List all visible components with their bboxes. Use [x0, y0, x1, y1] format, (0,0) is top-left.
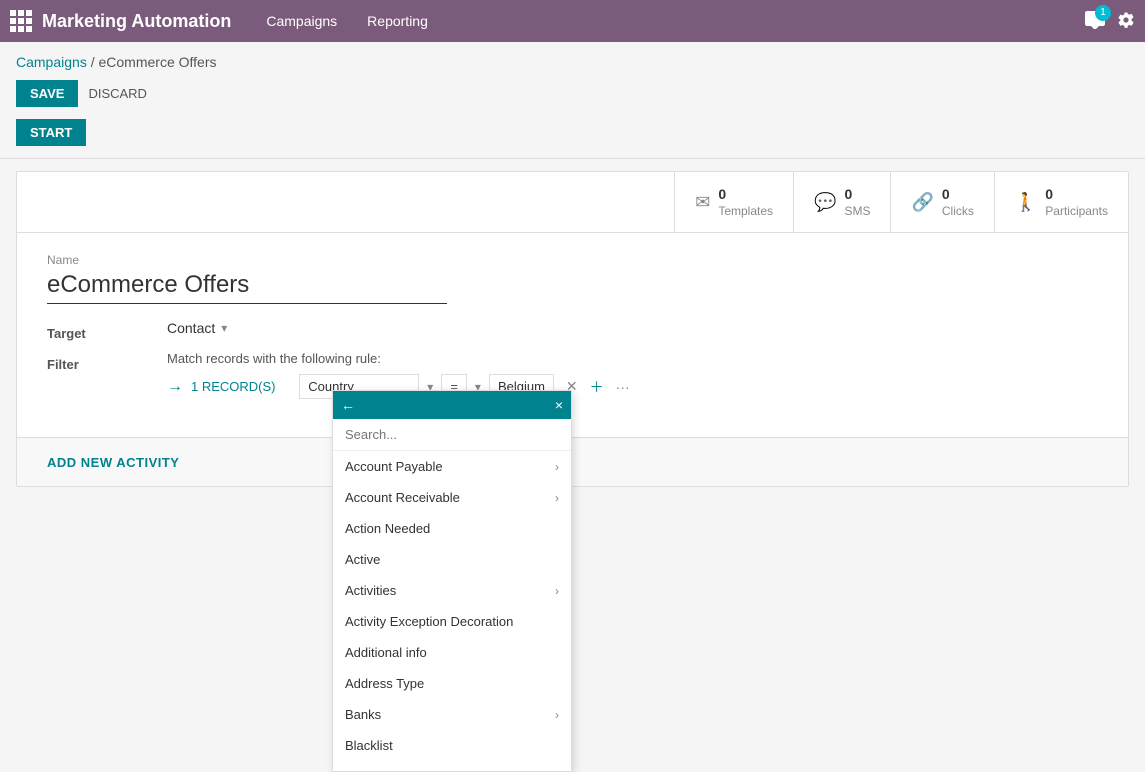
- dropdown-list: Account Payable›Account Receivable›Actio…: [333, 451, 571, 771]
- chat-icon[interactable]: 1: [1085, 11, 1105, 32]
- dropdown-header: ← ×: [333, 391, 571, 419]
- sms-icon: 💬: [814, 192, 836, 213]
- action-bar: SAVE DISCARD: [0, 76, 1145, 115]
- target-content: Contact ▾: [167, 320, 1098, 336]
- chat-badge: 1: [1095, 5, 1111, 21]
- participants-count: 0: [1045, 186, 1108, 202]
- dropdown-item[interactable]: Account Payable›: [333, 451, 571, 482]
- sms-label: SMS: [844, 204, 870, 218]
- dropdown-item[interactable]: Action Needed: [333, 513, 571, 544]
- filter-row: Filter Match records with the following …: [47, 351, 1098, 407]
- participants-icon: 🚶: [1015, 192, 1037, 213]
- stat-sms[interactable]: 💬 0 SMS: [793, 172, 890, 232]
- dropdown-item[interactable]: Address Type: [333, 668, 571, 699]
- dropdown-back-button[interactable]: ←: [341, 397, 355, 413]
- dropdown-item[interactable]: Additional info: [333, 637, 571, 668]
- clicks-icon: 🔗: [911, 192, 933, 213]
- target-select: Contact ▾: [167, 320, 1098, 336]
- templates-count: 0: [718, 186, 773, 202]
- navbar-menu: Campaigns Reporting: [261, 13, 433, 29]
- breadcrumb-current: eCommerce Offers: [99, 54, 217, 70]
- discard-button[interactable]: DISCARD: [88, 86, 147, 101]
- navbar-right: 1: [1085, 11, 1135, 32]
- target-dropdown-icon[interactable]: ▾: [221, 321, 227, 335]
- breadcrumb-separator: /: [91, 54, 95, 70]
- stat-clicks[interactable]: 🔗 0 Clicks: [890, 172, 993, 232]
- templates-label: Templates: [718, 204, 773, 218]
- start-bar: START: [0, 115, 1145, 154]
- breadcrumb-parent[interactable]: Campaigns: [16, 54, 87, 70]
- form-area: Name eCommerce Offers Target Contact ▾ F…: [17, 233, 1128, 437]
- navbar: Marketing Automation Campaigns Reporting…: [0, 0, 1145, 42]
- dropdown-item[interactable]: Activity Exception Decoration: [333, 606, 571, 637]
- dropdown-item[interactable]: Activities›: [333, 575, 571, 606]
- stats-bar: ✉ 0 Templates 💬 0 SMS 🔗 0 Clicks: [17, 172, 1128, 233]
- dropdown-search-input[interactable]: [333, 419, 571, 451]
- chevron-right-icon: ›: [555, 708, 559, 722]
- chevron-right-icon: ›: [555, 460, 559, 474]
- chevron-right-icon: ›: [555, 584, 559, 598]
- stat-templates[interactable]: ✉ 0 Templates: [674, 172, 793, 232]
- nav-reporting[interactable]: Reporting: [362, 13, 433, 29]
- stat-participants[interactable]: 🚶 0 Participants: [994, 172, 1128, 232]
- dropdown-close-button[interactable]: ×: [555, 397, 563, 413]
- target-value[interactable]: Contact: [167, 320, 215, 336]
- chevron-right-icon: ›: [555, 491, 559, 505]
- breadcrumb: Campaigns / eCommerce Offers: [0, 42, 1145, 76]
- settings-icon[interactable]: [1117, 11, 1135, 32]
- campaign-name[interactable]: eCommerce Offers: [47, 271, 447, 304]
- filter-actions: ✕ ＋ ···: [562, 375, 634, 399]
- dropdown-item[interactable]: Active: [333, 544, 571, 575]
- dropdown-item[interactable]: Account Receivable›: [333, 482, 571, 513]
- filter-content: Match records with the following rule: →…: [167, 351, 1098, 407]
- filter-more-btn[interactable]: ···: [612, 377, 634, 397]
- clicks-label: Clicks: [942, 204, 974, 218]
- main-content: ✉ 0 Templates 💬 0 SMS 🔗 0 Clicks: [0, 171, 1145, 487]
- dropdown-item[interactable]: Banks›: [333, 699, 571, 730]
- dropdown-item[interactable]: Blacklist: [333, 730, 571, 761]
- sms-count: 0: [844, 186, 870, 202]
- add-activity-area: ADD NEW ACTIVITY: [17, 437, 1128, 486]
- filter-rule-row: → 1 RECORD(S) Country ▾ = ▾ Belgium ✕ ＋ …: [167, 374, 1098, 399]
- dropdown-item[interactable]: Bounce: [333, 761, 571, 771]
- records-count[interactable]: 1 RECORD(S): [191, 379, 276, 394]
- participants-label: Participants: [1045, 204, 1108, 218]
- apps-icon[interactable]: [10, 10, 32, 32]
- campaign-card: ✉ 0 Templates 💬 0 SMS 🔗 0 Clicks: [16, 171, 1129, 487]
- filter-rule-text: Match records with the following rule:: [167, 351, 1098, 366]
- dropdown-popup: ← × Account Payable›Account Receivable›A…: [332, 390, 572, 772]
- filter-add-btn[interactable]: ＋: [586, 375, 608, 399]
- filter-label: Filter: [47, 351, 167, 372]
- save-button[interactable]: SAVE: [16, 80, 78, 107]
- templates-icon: ✉: [695, 192, 710, 213]
- divider: [0, 158, 1145, 159]
- nav-campaigns[interactable]: Campaigns: [261, 13, 342, 29]
- name-field-label: Name: [47, 253, 1098, 267]
- clicks-count: 0: [942, 186, 974, 202]
- filter-arrow-icon: →: [167, 378, 183, 396]
- add-activity-button[interactable]: ADD NEW ACTIVITY: [47, 455, 179, 470]
- start-button[interactable]: START: [16, 119, 86, 146]
- target-label: Target: [47, 320, 167, 341]
- target-row: Target Contact ▾: [47, 320, 1098, 341]
- app-title: Marketing Automation: [42, 11, 231, 32]
